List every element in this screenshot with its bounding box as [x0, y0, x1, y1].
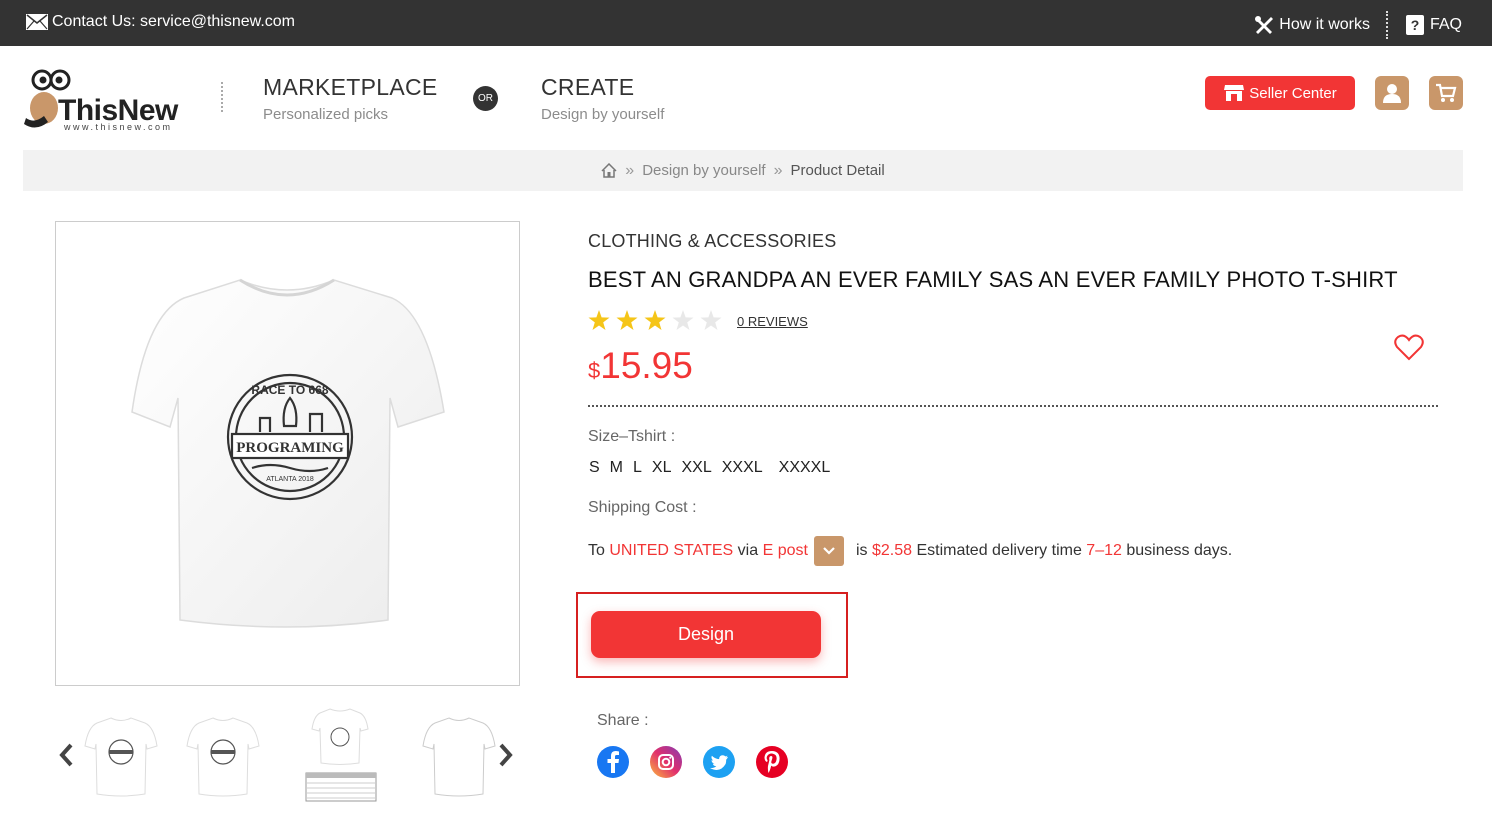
chevron-right-icon: » [773, 161, 783, 179]
print-text-main: PROGRAMING [236, 440, 344, 456]
instagram-icon[interactable] [650, 746, 682, 778]
chevron-right-icon[interactable] [499, 743, 513, 767]
chevron-right-icon: » [625, 161, 635, 179]
star-filled-icon [644, 310, 666, 330]
ship-carrier[interactable]: E post [763, 542, 808, 560]
facebook-icon[interactable] [597, 746, 629, 778]
thumbnail-1[interactable] [81, 710, 161, 800]
reviews-link[interactable]: 0 REVIEWS [737, 314, 808, 329]
chevron-down-icon [823, 547, 835, 555]
mail-icon [26, 14, 48, 30]
cart-icon [1436, 83, 1457, 102]
how-it-works-label: How it works [1279, 16, 1370, 33]
logo[interactable]: ThisNew www.thisnew.com [22, 64, 187, 134]
design-button[interactable]: Design [591, 611, 821, 658]
cart-button[interactable] [1429, 76, 1463, 110]
ship-estimated-text: Estimated delivery time [916, 542, 1082, 559]
breadcrumb-design[interactable]: Design by yourself [642, 162, 765, 179]
thumbnail-carousel [55, 705, 525, 805]
size-option[interactable]: M [610, 459, 623, 477]
question-icon: ? [1405, 15, 1424, 35]
how-it-works-link[interactable]: How it works [1254, 15, 1370, 35]
size-option[interactable]: XXL [681, 459, 711, 477]
heart-icon[interactable] [1394, 333, 1424, 361]
breadcrumb-current: Product Detail [790, 162, 885, 179]
faq-link[interactable]: ? FAQ [1405, 15, 1462, 35]
size-option[interactable]: XXXL [722, 459, 763, 477]
tshirt-image: RACE TO 668 PROGRAMING ATLANTA 2018 [131, 278, 445, 628]
size-options: S M L XL XXL XXXL XXXXL [589, 459, 840, 477]
price-currency: $ [588, 358, 601, 383]
ship-via-text: via [737, 542, 759, 559]
or-badge: OR [473, 86, 498, 111]
thumbnail-2[interactable] [183, 710, 263, 800]
marketplace-title: MARKETPLACE [263, 74, 438, 100]
store-icon [1224, 85, 1245, 101]
marketplace-subtitle: Personalized picks [263, 106, 389, 123]
share-label: Share : [597, 712, 649, 729]
breadcrumb: » Design by yourself » Product Detail [23, 150, 1463, 191]
tools-icon [1255, 16, 1274, 34]
thumbnail-3[interactable] [300, 705, 380, 802]
ship-is-text: is [855, 542, 868, 559]
price-amount: 15.95 [600, 345, 693, 386]
print-text-top: RACE TO 668 [251, 383, 328, 397]
contact-text: Contact Us: service@thisnew.com [52, 13, 295, 30]
ship-cost: $2.58 [871, 542, 912, 559]
user-icon [1383, 84, 1401, 103]
divider [221, 82, 223, 112]
star-empty-icon [672, 310, 694, 330]
shipping-info: To UNITED STATES via E post is $2.58 Est… [588, 536, 1232, 566]
seller-center-label: Seller Center [1249, 84, 1337, 102]
divider [1385, 11, 1388, 39]
share-buttons [597, 746, 809, 778]
size-option[interactable]: XXXXL [779, 459, 831, 477]
pinterest-icon[interactable] [756, 746, 788, 778]
product-price: $15.95 [588, 345, 693, 387]
product-main-image: RACE TO 668 PROGRAMING ATLANTA 2018 [55, 221, 520, 686]
account-button[interactable] [1375, 76, 1409, 110]
logo-url: www.thisnew.com [64, 122, 173, 132]
home-icon[interactable] [601, 163, 617, 178]
size-option[interactable]: S [589, 459, 600, 477]
contact-link[interactable]: Contact Us: service@thisnew.com [26, 13, 295, 31]
divider [588, 405, 1438, 407]
carrier-dropdown[interactable] [813, 536, 844, 566]
star-empty-icon [700, 310, 722, 330]
ship-days: 7–12 [1086, 542, 1122, 559]
seller-center-button[interactable]: Seller Center [1205, 76, 1355, 110]
ship-country[interactable]: UNITED STATES [609, 542, 733, 560]
chevron-left-icon[interactable] [59, 743, 73, 767]
size-label: Size–Tshirt : [588, 428, 676, 445]
create-subtitle: Design by yourself [541, 106, 665, 123]
rating-stars [588, 310, 728, 331]
faq-label: FAQ [1429, 16, 1462, 33]
product-title: BEST AN GRANDPA AN EVER FAMILY SAS AN EV… [588, 267, 1398, 292]
create-title: CREATE [541, 74, 635, 100]
twitter-icon[interactable] [703, 746, 735, 778]
ship-business-days: business days. [1126, 542, 1233, 559]
product-category: CLOTHING & ACCESSORIES [588, 231, 837, 251]
star-filled-icon [616, 310, 638, 330]
shipping-label: Shipping Cost : [588, 499, 697, 516]
create-nav[interactable]: CREATE Design by yourself [541, 74, 664, 123]
thumbnail-4[interactable] [419, 710, 499, 800]
top-bar: Contact Us: service@thisnew.com How it w… [0, 0, 1492, 46]
print-text-bottom: ATLANTA 2018 [266, 476, 314, 483]
star-filled-icon [588, 310, 610, 330]
ship-to-text: To [588, 542, 605, 559]
marketplace-nav[interactable]: MARKETPLACE Personalized picks [263, 74, 438, 123]
size-option[interactable]: XL [652, 459, 672, 477]
size-option[interactable]: L [633, 459, 642, 477]
